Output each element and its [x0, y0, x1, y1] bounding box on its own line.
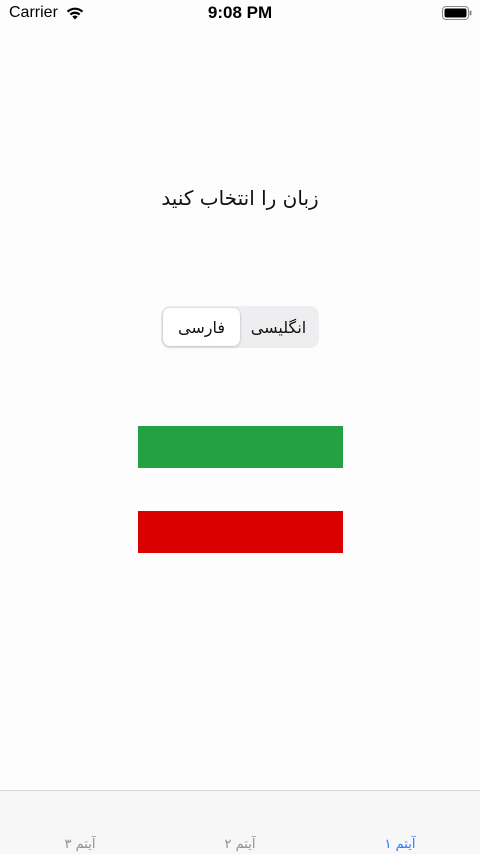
segment-persian[interactable]: فارسی [163, 308, 240, 346]
page-title: زبان را انتخاب کنید [161, 186, 319, 210]
language-segmented-control: فارسی انگلیسی [161, 306, 319, 348]
tab-bar: آیتم ۱ آیتم ۲ آیتم ۳ [0, 790, 480, 854]
flag-red-stripe [138, 511, 343, 553]
app-screen: Carrier 9:08 PM زبان را انتخاب کنید فارس… [0, 0, 480, 854]
tab-item-2[interactable]: آیتم ۲ [190, 837, 290, 852]
segment-english[interactable]: انگلیسی [240, 308, 317, 346]
tab-item-1[interactable]: آیتم ۱ [350, 837, 450, 852]
flag-green-stripe [138, 426, 343, 468]
tab-item-3[interactable]: آیتم ۳ [30, 837, 130, 852]
battery-icon [442, 6, 472, 20]
status-bar: Carrier 9:08 PM [0, 0, 480, 26]
segment-english-label: انگلیسی [250, 317, 307, 337]
status-time: 9:08 PM [207, 3, 273, 22]
segment-persian-label: فارسی [178, 317, 225, 337]
